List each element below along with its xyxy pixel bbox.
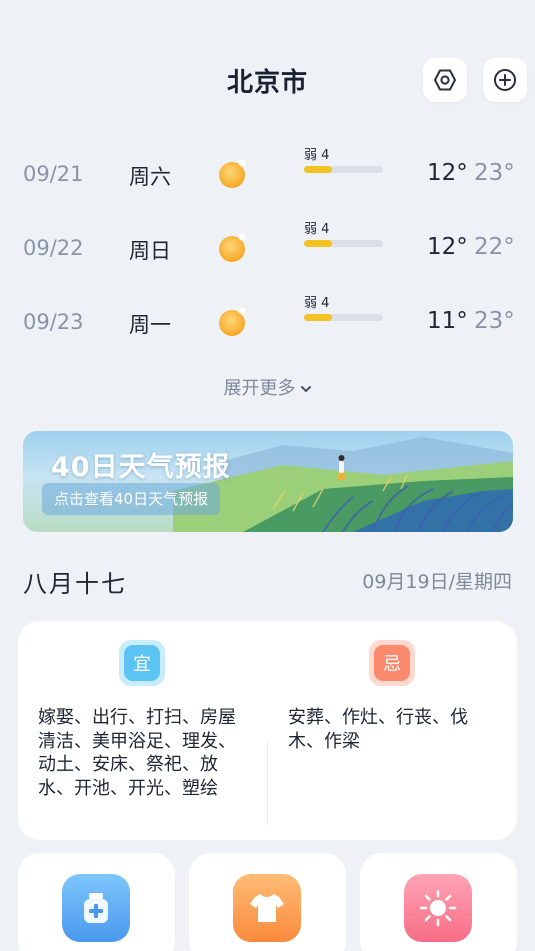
wind-bar: [304, 166, 383, 173]
forecast-40-day-banner[interactable]: 40日天气预报 点击查看40日天气预报: [23, 431, 513, 532]
forecast-row[interactable]: 09/21 周六 弱 4 12° 23°: [0, 148, 535, 194]
sunny-icon: [219, 233, 246, 262]
header: 北京市: [0, 50, 535, 112]
forecast-row[interactable]: 09/22 周日 弱 4 12° 22°: [0, 222, 535, 268]
health-tile[interactable]: [18, 853, 175, 951]
low-temp: 11°: [427, 308, 468, 334]
forecast-date: 09/23: [23, 310, 84, 334]
wind-label: 弱 4: [304, 148, 330, 163]
high-temp: 22°: [474, 234, 515, 260]
yi-badge-inner: 宜: [124, 645, 160, 681]
lunar-date: 八月十七: [23, 570, 127, 598]
high-temp: 23°: [474, 308, 515, 334]
uv-tile-icon-bg: [404, 874, 472, 942]
yi-items: 嫁娶、出行、打扫、房屋清洁、美甲浴足、理发、动土、安床、祭祀、放水、开池、开光、…: [38, 707, 236, 799]
forecast-date: 09/22: [23, 236, 84, 260]
dressing-tile[interactable]: [189, 853, 346, 951]
expand-more-label: 展开更多: [223, 378, 296, 399]
wind-label: 弱 4: [304, 222, 330, 237]
ji-items: 安葬、作灶、行丧、伐木、作梁: [288, 707, 468, 752]
medicine-bottle-icon: [84, 893, 108, 923]
solar-date: 09月19日/星期四: [362, 571, 512, 593]
add-city-button[interactable]: [483, 58, 527, 102]
forecast-date: 09/21: [23, 162, 84, 186]
add-circle-icon: [494, 69, 516, 91]
settings-hexagon-icon: [434, 69, 456, 91]
yi-label: 宜: [133, 654, 151, 675]
tshirt-icon: [250, 894, 284, 922]
low-temp: 12°: [427, 234, 468, 260]
banner-title: 40日天气预报: [51, 452, 231, 483]
card-divider: [267, 741, 268, 825]
sun-uv-icon: [419, 889, 457, 927]
chevron-down-icon: [300, 386, 311, 392]
health-tile-icon-bg: [62, 874, 130, 942]
ji-badge-inner: 忌: [374, 645, 410, 681]
banner-subtitle: 点击查看40日天气预报: [42, 483, 221, 515]
wind-bar: [304, 314, 383, 321]
ji-badge: 忌: [369, 640, 415, 686]
wind-bar-fill: [304, 240, 332, 247]
settings-button[interactable]: [423, 58, 467, 102]
uv-tile[interactable]: [360, 853, 517, 951]
yi-badge: 宜: [119, 640, 165, 686]
forecast-weekday: 周日: [129, 239, 171, 263]
expand-more-button[interactable]: 展开更多: [0, 374, 535, 400]
high-temp: 23°: [474, 160, 515, 186]
wind-bar-fill: [304, 166, 332, 173]
ji-label: 忌: [383, 654, 401, 675]
wind-bar-fill: [304, 314, 332, 321]
dressing-tile-icon-bg: [233, 874, 301, 942]
forecast-weekday: 周一: [129, 313, 171, 337]
almanac-card[interactable]: 宜 忌 嫁娶、出行、打扫、房屋清洁、美甲浴足、理发、动土、安床、祭祀、放水、开池…: [18, 621, 517, 840]
forecast-weekday: 周六: [129, 165, 171, 189]
forecast-row[interactable]: 09/23 周一 弱 4 11° 23°: [0, 296, 535, 342]
wind-label: 弱 4: [304, 296, 330, 311]
wind-bar: [304, 240, 383, 247]
low-temp: 12°: [427, 160, 468, 186]
sunny-icon: [219, 307, 246, 336]
sunny-icon: [219, 159, 246, 188]
